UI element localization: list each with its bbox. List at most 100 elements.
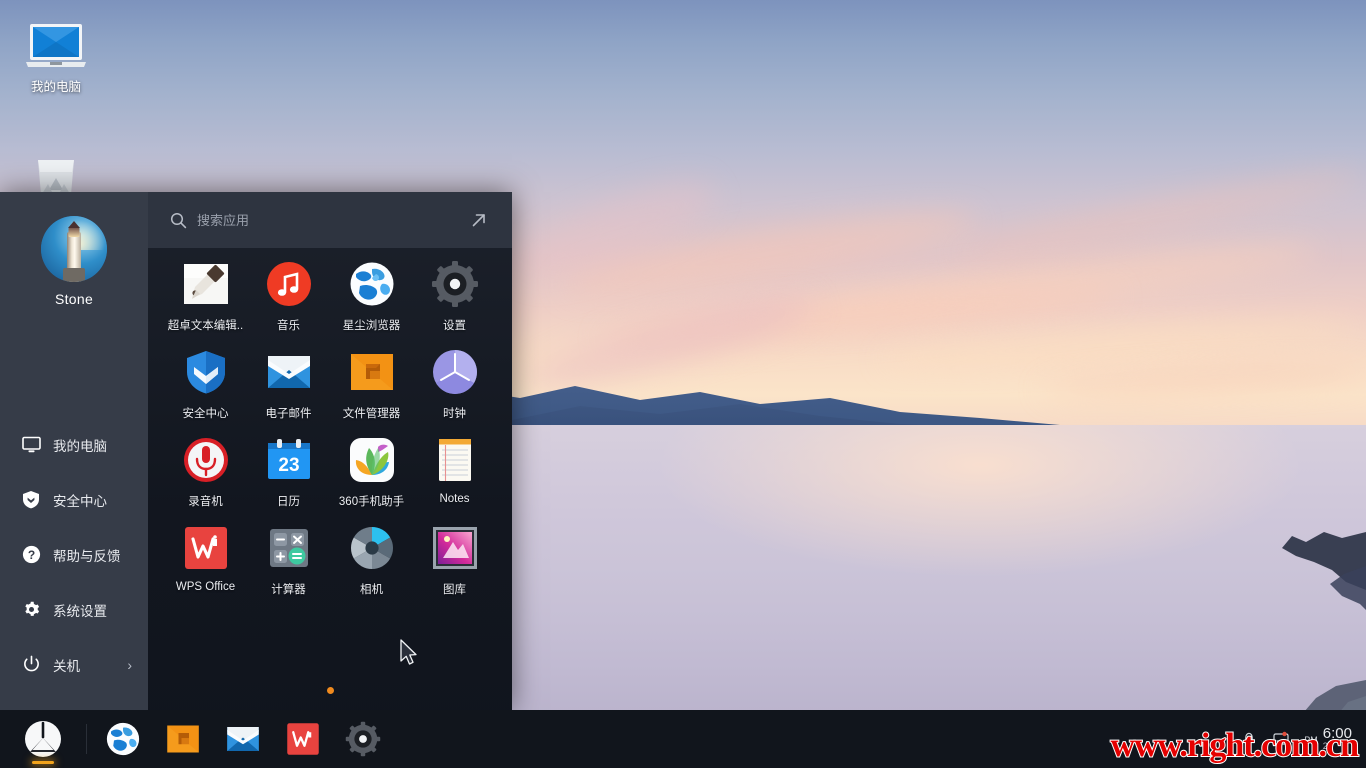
app-item-gallery[interactable]: 图库 [413, 518, 496, 606]
wps-office-icon [285, 721, 321, 757]
camera-icon [348, 524, 396, 572]
mail-envelope-icon [225, 721, 261, 757]
search-bar[interactable] [148, 192, 512, 248]
settings-gear-icon [431, 260, 479, 308]
app-label: 图库 [443, 584, 466, 596]
app-item-clock[interactable]: 时钟 [413, 342, 496, 430]
start-menu-sidebar: Stone 我的电脑 安全中心 ? 帮助与反馈 系统设置 关机 › [0, 192, 148, 710]
start-button[interactable] [0, 710, 86, 768]
desktop-icon-my-computer[interactable]: 我的电脑 [0, 14, 112, 95]
app-item-calendar[interactable]: 23 日历 [247, 430, 330, 518]
monitor-icon [20, 434, 42, 456]
user-block[interactable]: Stone [0, 192, 148, 307]
monitor-icon [0, 14, 112, 72]
app-item-notes[interactable]: Notes [413, 430, 496, 518]
app-item-text-editor[interactable]: 超卓文本编辑.. [164, 254, 247, 342]
taskbar-item-settings[interactable] [337, 713, 389, 765]
search-icon [170, 212, 187, 229]
app-label: 音乐 [277, 320, 300, 332]
app-label: 设置 [443, 320, 466, 332]
app-label: 360手机助手 [338, 496, 405, 508]
taskbar-item-email[interactable] [217, 713, 269, 765]
search-input[interactable] [197, 212, 468, 228]
app-label: 安全中心 [182, 408, 229, 420]
app-label: 录音机 [188, 496, 223, 508]
taskbar-item-file-manager[interactable] [157, 713, 209, 765]
gallery-icon [431, 524, 479, 572]
music-icon [265, 260, 313, 308]
clock-date: 20 [1322, 740, 1333, 751]
username: Stone [54, 291, 94, 307]
shield-icon [20, 489, 42, 511]
app-item-wps-office[interactable]: WPS Office [164, 518, 247, 606]
page-indicator[interactable] [148, 687, 512, 694]
taskbar[interactable]: PM 6:00 20 [0, 710, 1366, 768]
app-label: 计算器 [271, 584, 306, 596]
start-active-indicator [32, 761, 54, 764]
text-editor-icon [182, 260, 230, 308]
wps-office-icon [182, 524, 230, 572]
sidebar-item-help-feedback[interactable]: ? 帮助与反馈 [0, 527, 148, 582]
clock-icon [431, 348, 479, 396]
app-item-file-manager[interactable]: 文件管理器 [330, 342, 413, 430]
app-label: 文件管理器 [342, 408, 401, 420]
clock-ampm: PM [1304, 735, 1318, 746]
app-item-browser[interactable]: 星尘浏览器 [330, 254, 413, 342]
app-label: 超卓文本编辑.. [167, 320, 244, 332]
sidebar-item-label: 我的电脑 [53, 438, 107, 454]
app-item-calculator[interactable]: 计算器 [247, 518, 330, 606]
app-label: 日历 [277, 496, 300, 508]
start-menu-nav: 我的电脑 安全中心 ? 帮助与反馈 系统设置 关机 › [0, 417, 148, 710]
app-item-email[interactable]: 电子邮件 [247, 342, 330, 430]
expand-arrow-icon[interactable] [468, 209, 490, 231]
calculator-icon [265, 524, 313, 572]
taskbar-item-wps-office[interactable] [277, 713, 329, 765]
360-assistant-icon [348, 436, 396, 484]
calendar-icon: 23 [265, 436, 313, 484]
app-item-camera[interactable]: 相机 [330, 518, 413, 606]
app-label: 电子邮件 [265, 408, 312, 420]
sidebar-item-label: 关机 [53, 658, 80, 674]
app-label: WPS Office [175, 581, 236, 593]
taskbar-separator [86, 724, 87, 754]
page-dot-active[interactable] [326, 687, 334, 694]
app-item-security-center[interactable]: 安全中心 [164, 342, 247, 430]
browser-globe-icon [105, 721, 141, 757]
sidebar-item-security-center[interactable]: 安全中心 [0, 472, 148, 527]
file-manager-icon [348, 348, 396, 396]
desktop-icon-label: 我的电脑 [30, 80, 81, 94]
app-item-music[interactable]: 音乐 [247, 254, 330, 342]
avatar[interactable] [41, 216, 107, 282]
clock[interactable]: PM 6:00 20 [1304, 726, 1352, 752]
app-label: 星尘浏览器 [342, 320, 401, 332]
start-menu[interactable]: Stone 我的电脑 安全中心 ? 帮助与反馈 系统设置 关机 › 搜索应用 超… [0, 192, 512, 710]
input-method-icon[interactable] [1272, 730, 1290, 748]
start-logo-icon [25, 721, 61, 757]
sidebar-item-shutdown[interactable]: 关机 › [0, 637, 148, 692]
desktop[interactable]: 我的电脑 Stone 我的电脑 安全中心 ? 帮助与反馈 系统设置 关机 › 搜… [0, 0, 1366, 768]
gear-icon [20, 599, 42, 621]
app-launcher-panel: 超卓文本编辑.. 音乐 [148, 192, 512, 710]
settings-gear-icon [345, 721, 381, 757]
app-label: 相机 [360, 584, 383, 596]
sidebar-item-label: 系统设置 [53, 603, 107, 619]
voice-recorder-icon [182, 436, 230, 484]
browser-globe-icon [348, 260, 396, 308]
notification-icon[interactable] [1240, 730, 1258, 748]
app-item-voice-recorder[interactable]: 录音机 [164, 430, 247, 518]
power-icon [20, 654, 42, 676]
sidebar-item-label: 安全中心 [53, 493, 107, 509]
app-grid: 超卓文本编辑.. 音乐 星尘浏览器 设置 安全中心 电子邮件 文件管理器 时钟 … [148, 248, 512, 606]
taskbar-item-browser[interactable] [97, 713, 149, 765]
sidebar-item-my-computer[interactable]: 我的电脑 [0, 417, 148, 472]
app-label: 时钟 [443, 408, 466, 420]
chevron-right-icon[interactable]: › [127, 657, 132, 673]
security-shield-icon [182, 348, 230, 396]
svg-text:?: ? [27, 548, 34, 562]
app-item-settings[interactable]: 设置 [413, 254, 496, 342]
sidebar-item-system-settings[interactable]: 系统设置 [0, 582, 148, 637]
wallpaper-rocks [1282, 532, 1366, 720]
notes-icon [431, 436, 479, 484]
file-manager-icon [165, 721, 201, 757]
app-item-360-assistant[interactable]: 360手机助手 [330, 430, 413, 518]
